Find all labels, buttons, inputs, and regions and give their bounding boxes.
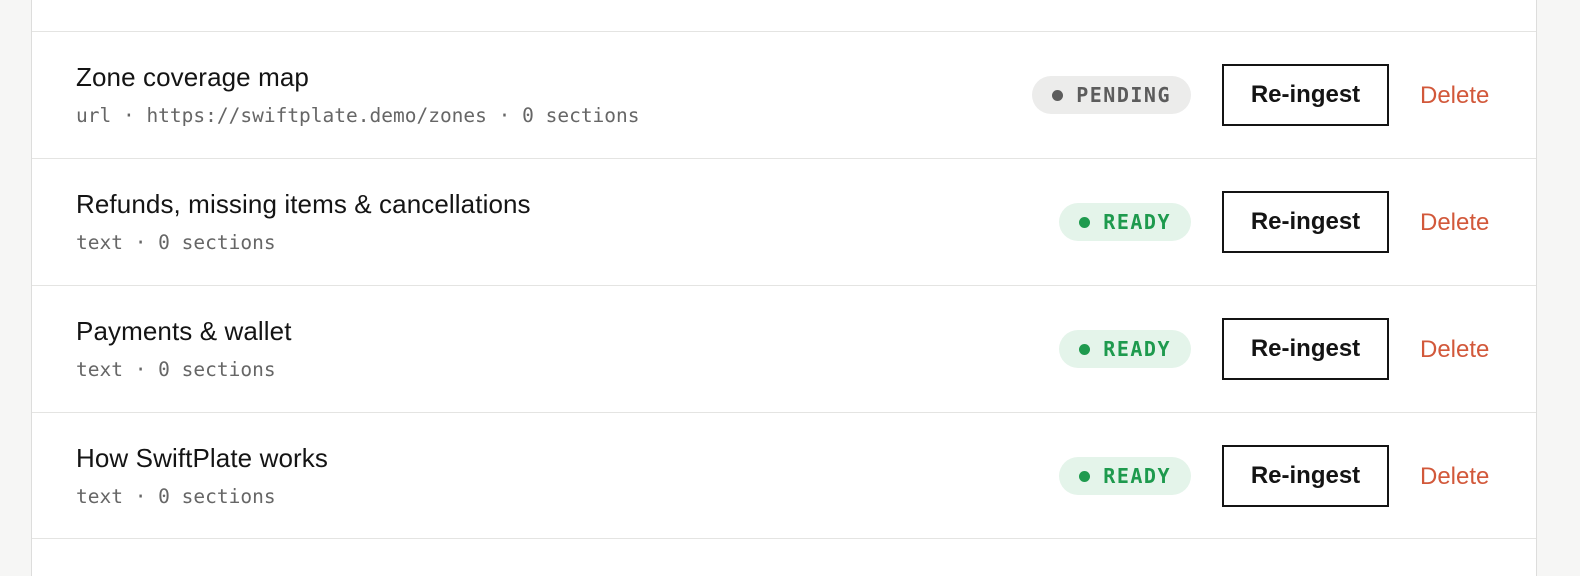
status-dot-icon bbox=[1079, 343, 1091, 355]
reingest-button[interactable]: Re-ingest bbox=[1222, 191, 1389, 253]
status-badge: PENDING bbox=[1032, 76, 1191, 114]
status-dot-icon bbox=[1079, 216, 1091, 228]
source-title: How SwiftPlate works bbox=[76, 443, 328, 473]
delete-button[interactable]: Delete bbox=[1420, 463, 1489, 491]
status-dot-icon bbox=[1079, 470, 1091, 482]
source-row: How SwiftPlate works text · 0 sections R… bbox=[32, 412, 1536, 539]
source-meta: text · 0 sections bbox=[76, 485, 276, 508]
source-meta: text · 0 sections bbox=[76, 358, 276, 381]
status-badge: READY bbox=[1059, 203, 1191, 241]
status-badge: READY bbox=[1059, 457, 1191, 495]
source-title: Refunds, missing items & cancellations bbox=[76, 189, 531, 219]
status-label: PENDING bbox=[1076, 83, 1171, 107]
reingest-button[interactable]: Re-ingest bbox=[1222, 445, 1389, 507]
source-row: Zone coverage map url · https://swiftpla… bbox=[32, 31, 1536, 158]
reingest-button[interactable]: Re-ingest bbox=[1222, 318, 1389, 380]
status-badge: READY bbox=[1059, 330, 1191, 368]
delete-button[interactable]: Delete bbox=[1420, 336, 1489, 364]
status-dot-icon bbox=[1052, 89, 1064, 101]
status-label: READY bbox=[1103, 210, 1171, 234]
source-title: Payments & wallet bbox=[76, 316, 292, 346]
source-row: Payments & wallet text · 0 sections READ… bbox=[32, 285, 1536, 412]
source-meta: text · 0 sections bbox=[76, 231, 276, 254]
source-row: Refunds, missing items & cancellations t… bbox=[32, 158, 1536, 285]
delete-button[interactable]: Delete bbox=[1420, 82, 1489, 110]
status-label: READY bbox=[1103, 337, 1171, 361]
status-label: READY bbox=[1103, 464, 1171, 488]
reingest-button[interactable]: Re-ingest bbox=[1222, 64, 1389, 126]
sources-panel: Zone coverage map url · https://swiftpla… bbox=[31, 0, 1537, 576]
source-meta: url · https://swiftplate.demo/zones · 0 … bbox=[76, 104, 640, 127]
delete-button[interactable]: Delete bbox=[1420, 209, 1489, 237]
source-title: Zone coverage map bbox=[76, 62, 309, 92]
